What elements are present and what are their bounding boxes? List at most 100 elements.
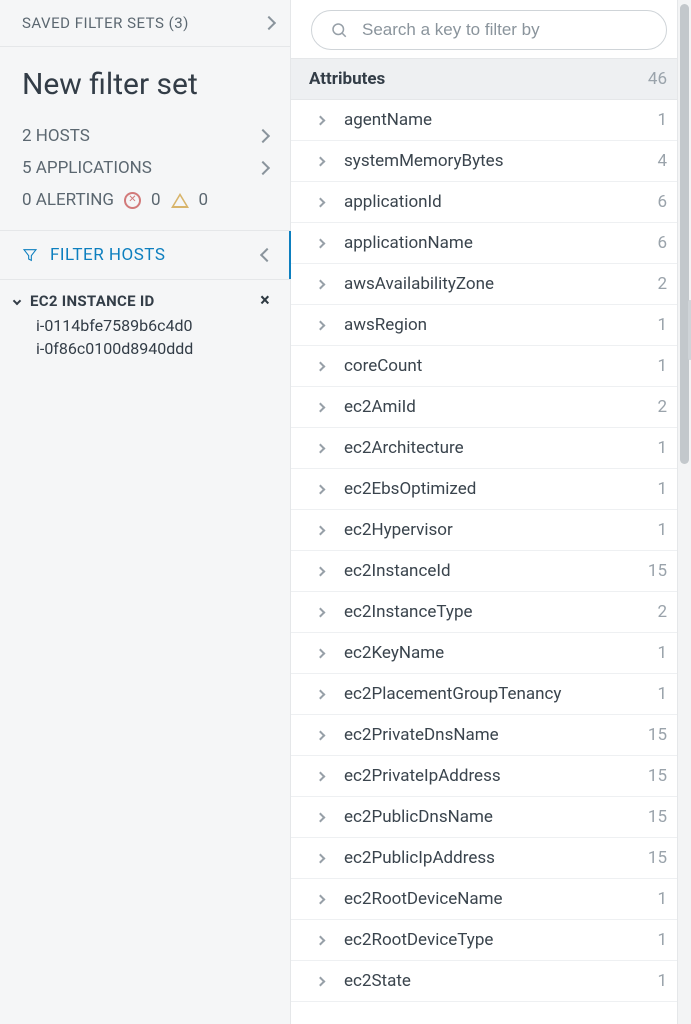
chevron-right-icon [256,161,270,175]
attribute-label: coreCount [344,356,657,376]
attribute-count: 2 [657,274,667,294]
chevron-right-icon [316,566,326,576]
attribute-count: 1 [657,356,667,376]
applications-count-label: 5 APPLICATIONS [22,158,152,178]
attribute-row[interactable]: ec2PrivateDnsName15 [291,715,691,756]
attribute-row[interactable]: awsRegion1 [291,305,691,346]
alerting-label: 0 ALERTING [22,190,114,210]
hosts-summary-row[interactable]: 2 HOSTS [22,120,268,152]
filter-value[interactable]: i-0f86c0100d8940ddd [36,337,274,360]
scrollbar-track[interactable] [677,0,691,1024]
attribute-row[interactable]: ec2PlacementGroupTenancy1 [291,674,691,715]
chevron-right-icon [316,730,326,740]
attribute-row[interactable]: ec2PrivateIpAddress15 [291,756,691,797]
attribute-count: 1 [657,930,667,950]
attribute-row[interactable]: awsAvailabilityZone2 [291,264,691,305]
search-input[interactable] [360,19,648,41]
filter-hosts-bar[interactable]: FILTER HOSTS [0,231,290,280]
attribute-row[interactable]: ec2InstanceId15 [291,551,691,592]
filter-hosts-label: FILTER HOSTS [50,245,165,265]
attribute-row[interactable]: ec2Architecture1 [291,428,691,469]
attribute-row[interactable]: ec2RootDeviceName1 [291,879,691,920]
attribute-count: 15 [648,766,667,786]
saved-filter-sets-label: SAVED FILTER SETS (3) [22,14,189,32]
chevron-right-icon [316,156,326,166]
hosts-count-label: 2 HOSTS [22,126,90,146]
chevron-right-icon [316,320,326,330]
search-field[interactable] [311,10,667,50]
attribute-count: 2 [657,397,667,417]
attribute-label: ec2RootDeviceType [344,930,657,950]
chevron-right-icon [316,812,326,822]
chevron-right-icon [316,935,326,945]
attribute-count: 1 [657,110,667,130]
attribute-label: ec2PlacementGroupTenancy [344,684,657,704]
chevron-right-icon [316,976,326,986]
attribute-label: ec2State [344,971,657,991]
attribute-label: applicationId [344,192,657,212]
attribute-row[interactable]: ec2PublicIpAddress15 [291,838,691,879]
chevron-down-icon [13,297,21,305]
attribute-count: 2 [657,602,667,622]
attribute-row[interactable]: ec2InstanceType2 [291,592,691,633]
filter-value[interactable]: i-0114bfe7589b6c4d0 [36,314,274,337]
attribute-row[interactable]: ec2State1 [291,961,691,1002]
attribute-row[interactable]: systemMemoryBytes4 [291,141,691,182]
filter-group-ec2-instance-id: EC2 INSTANCE ID × i-0114bfe7589b6c4d0 i-… [0,280,290,372]
attribute-count: 15 [648,561,667,581]
chevron-left-icon [260,248,274,262]
attribute-count: 1 [657,684,667,704]
filter-group-header[interactable]: EC2 INSTANCE ID × [14,292,274,310]
attribute-count: 1 [657,520,667,540]
attribute-label: ec2EbsOptimized [344,479,657,499]
attribute-row[interactable]: ec2AmiId2 [291,387,691,428]
chevron-right-icon [316,525,326,535]
chevron-right-icon [316,771,326,781]
attributes-section-title: Attributes [309,69,385,89]
alert-warn-count: 0 [199,190,209,210]
attribute-label: agentName [344,110,657,130]
filter-set-title: New filter set [22,67,268,102]
saved-filter-sets-row[interactable]: SAVED FILTER SETS (3) [0,0,290,47]
attribute-row[interactable]: applicationId6 [291,182,691,223]
scrollbar-thumb[interactable] [680,4,689,464]
chevron-right-icon [316,853,326,863]
attribute-count: 6 [657,233,667,253]
warning-triangle-icon [171,193,189,208]
chevron-right-icon [316,115,326,125]
applications-summary-row[interactable]: 5 APPLICATIONS [22,152,268,184]
attribute-row[interactable]: ec2PublicDnsName15 [291,797,691,838]
attribute-row[interactable]: ec2EbsOptimized1 [291,469,691,510]
chevron-right-icon [316,402,326,412]
attribute-label: ec2PrivateDnsName [344,725,648,745]
chevron-right-icon [316,197,326,207]
attribute-row[interactable]: ec2RootDeviceType1 [291,920,691,961]
attribute-label: ec2AmiId [344,397,657,417]
attribute-label: ec2PublicIpAddress [344,848,648,868]
attributes-panel: Attributes 46 agentName1systemMemoryByte… [291,0,691,1024]
chevron-right-icon [316,443,326,453]
attribute-count: 15 [648,848,667,868]
attribute-row[interactable]: coreCount1 [291,346,691,387]
attribute-row[interactable]: applicationName6 [291,223,691,264]
attribute-label: ec2PrivateIpAddress [344,766,648,786]
chevron-right-icon [316,894,326,904]
left-sidebar: SAVED FILTER SETS (3) New filter set 2 H… [0,0,291,1024]
filter-group-values: i-0114bfe7589b6c4d0 i-0f86c0100d8940ddd [14,314,274,360]
attribute-row[interactable]: ec2Hypervisor1 [291,510,691,551]
attribute-label: systemMemoryBytes [344,151,657,171]
attributes-section-header: Attributes 46 [291,58,691,100]
search-icon [330,21,348,39]
attribute-label: ec2Hypervisor [344,520,657,540]
chevron-right-icon [316,238,326,248]
chevron-right-icon [316,648,326,658]
attribute-count: 1 [657,643,667,663]
chevron-right-icon [316,689,326,699]
attribute-row[interactable]: agentName1 [291,100,691,141]
filter-group-title: EC2 INSTANCE ID [30,292,155,310]
funnel-icon [22,247,38,263]
close-icon[interactable]: × [260,292,270,310]
attribute-row[interactable]: ec2KeyName1 [291,633,691,674]
attribute-label: ec2KeyName [344,643,657,663]
attribute-label: ec2InstanceId [344,561,648,581]
